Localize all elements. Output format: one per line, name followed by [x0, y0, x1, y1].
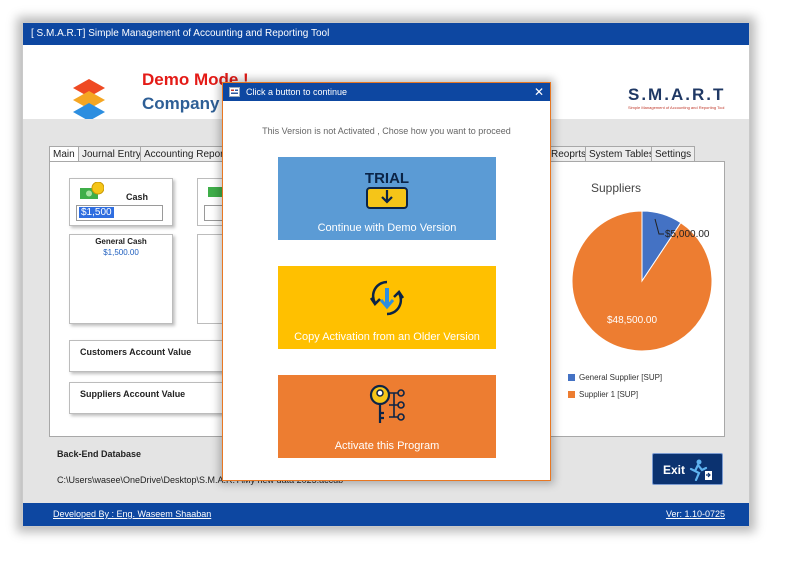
exit-label: Exit	[663, 463, 686, 477]
legend-item-supplier-1: Supplier 1 [SUP]	[568, 390, 638, 399]
brand-logo: S.M.A.R.T Simple Management of Accountin…	[628, 85, 728, 110]
cash-field[interactable]: $1,500	[76, 205, 163, 221]
cash-icon	[80, 182, 104, 199]
general-cash-label: General Cash	[95, 237, 147, 246]
legend-item-general-supplier: General Supplier [SUP]	[568, 373, 662, 382]
activate-program-button[interactable]: Activate this Program	[278, 375, 496, 458]
copy-activation-label: Copy Activation from an Older Version	[294, 331, 480, 343]
svg-text:TRIAL: TRIAL	[365, 170, 409, 187]
customers-account-label: Customers Account Value	[80, 347, 192, 357]
legend-swatch	[568, 374, 575, 381]
exit-button[interactable]: Exit	[652, 453, 723, 485]
slice-label-0: $5,000.00	[665, 229, 710, 240]
brand-name: S.M.A.R.T	[628, 85, 726, 104]
continue-demo-button[interactable]: TRIAL Continue with Demo Version	[278, 157, 496, 240]
sync-refresh-icon	[369, 280, 405, 316]
copy-activation-button[interactable]: Copy Activation from an Older Version	[278, 266, 496, 349]
activation-dialog: Click a button to continue ✕ This Versio…	[222, 82, 551, 481]
developer-credit: Developed By : Eng. Waseem Shaaban	[53, 509, 212, 519]
form-icon	[229, 87, 240, 97]
general-cash-amount: $1,500.00	[103, 248, 139, 257]
footer: Developed By : Eng. Waseem Shaaban Ver: …	[23, 503, 749, 526]
suppliers-account-label: Suppliers Account Value	[80, 389, 186, 399]
app-title: [ S.M.A.R.T] Simple Management of Accoun…	[31, 28, 330, 39]
cash-label: Cash	[126, 192, 149, 202]
continue-demo-label: Continue with Demo Version	[317, 222, 457, 234]
brand-tagline: Simple Management of Accounting and Repo…	[628, 105, 725, 110]
close-icon[interactable]: ✕	[534, 83, 544, 101]
general-cash-card[interactable]: General Cash $1,500.00	[69, 234, 173, 324]
title-bar: [ S.M.A.R.T] Simple Management of Accoun…	[23, 23, 749, 45]
legend-swatch	[568, 391, 575, 398]
version-label: Ver: 1.10-0725	[665, 509, 725, 519]
customers-account-card[interactable]: Customers Account Value	[69, 340, 231, 372]
dialog-message: This Version is not Activated , Chose ho…	[262, 126, 511, 136]
slice-label-1: $48,500.00	[607, 315, 657, 326]
activate-program-label: Activate this Program	[334, 440, 440, 452]
dialog-title: Click a button to continue	[246, 87, 348, 97]
backend-label: Back-End Database	[57, 449, 142, 459]
digital-key-icon	[369, 384, 405, 423]
exit-runner-icon	[689, 459, 712, 481]
cash-card[interactable]: Cash $1,500	[69, 178, 173, 226]
suppliers-pie-chart: $5,000.00 $48,500.00	[571, 210, 713, 352]
cash-value: $1,500	[79, 207, 114, 218]
suppliers-account-card[interactable]: Suppliers Account Value	[69, 382, 231, 414]
legend-label: General Supplier [SUP]	[579, 373, 663, 382]
chart-title: Suppliers	[591, 181, 642, 195]
dialog-title-bar: Click a button to continue ✕	[223, 83, 550, 101]
legend-label: Supplier 1 [SUP]	[579, 390, 639, 399]
trial-icon: TRIAL	[365, 170, 409, 209]
